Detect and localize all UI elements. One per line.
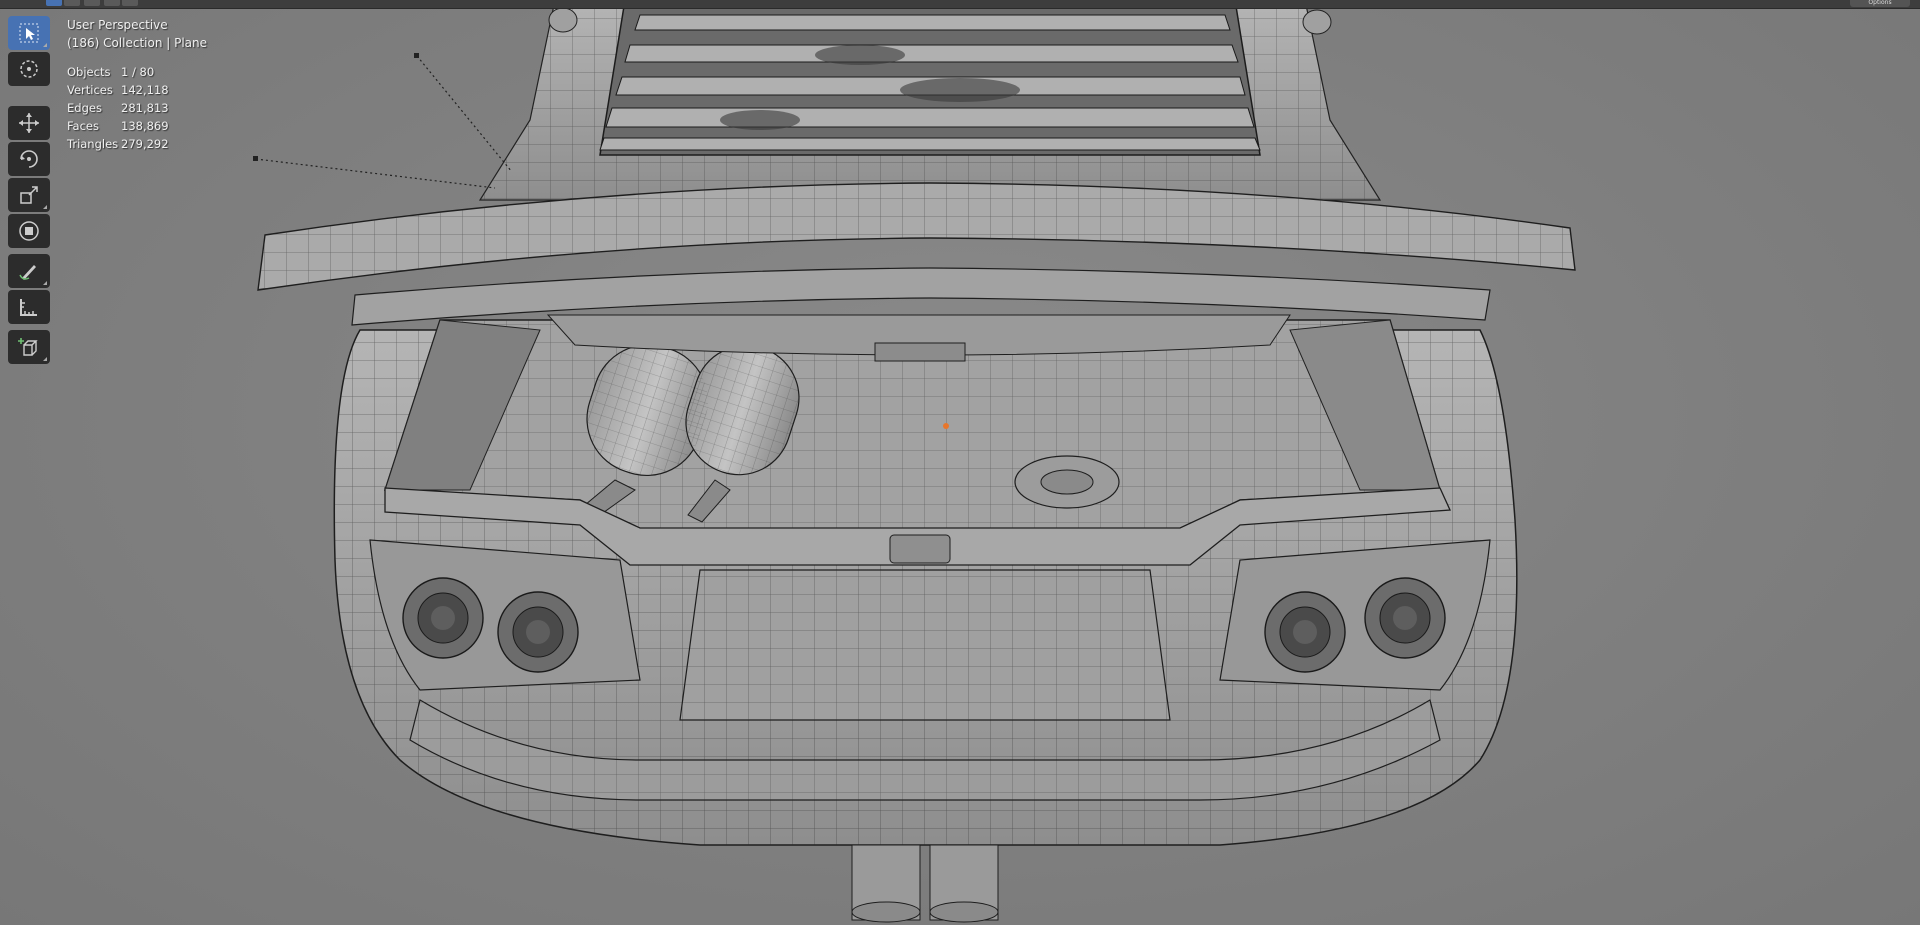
3d-cursor-icon <box>20 60 38 78</box>
stat-label: Faces <box>67 119 99 133</box>
cursor-select-icon <box>19 23 39 43</box>
stat-value: 1 / 80 <box>121 65 155 79</box>
transform-icon <box>19 221 39 241</box>
select-mode-invert-button[interactable] <box>104 0 120 6</box>
tool-move[interactable] <box>8 106 50 140</box>
stat-value: 281,813 <box>121 101 169 115</box>
stat-value: 138,869 <box>121 119 169 133</box>
stat-value: 142,118 <box>121 83 169 97</box>
3d-viewport[interactable]: Options User Perspective (186) Collectio… <box>0 0 1920 925</box>
tool-scale[interactable] <box>8 178 50 212</box>
annotate-pencil-icon <box>19 265 36 280</box>
select-mode-intersect-button[interactable] <box>122 0 138 6</box>
stat-label: Triangles <box>67 137 119 151</box>
tool-select-box[interactable] <box>8 16 50 50</box>
select-mode-extend-button[interactable] <box>64 0 80 6</box>
stat-row: Objects 1 / 80 <box>67 63 169 81</box>
tool-annotate[interactable] <box>8 254 50 288</box>
add-cube-icon <box>18 338 38 356</box>
viewport-info: User Perspective (186) Collection | Plan… <box>67 16 207 52</box>
tool-cursor[interactable] <box>8 52 50 86</box>
options-button[interactable]: Options <box>1850 0 1910 7</box>
tool-transform[interactable] <box>8 214 50 248</box>
tool-measure[interactable] <box>8 290 50 324</box>
exhaust-pipes <box>851 844 999 923</box>
move-arrows-icon <box>19 113 39 133</box>
stat-row: Triangles 279,292 <box>67 135 169 153</box>
select-mode-subtract-button[interactable] <box>84 0 100 6</box>
stat-label: Edges <box>67 101 102 115</box>
stat-row: Edges 281,813 <box>67 99 169 117</box>
scale-icon <box>20 186 38 204</box>
stat-row: Faces 138,869 <box>67 117 169 135</box>
select-mode-button[interactable] <box>46 0 62 6</box>
car-mesh-wireframe[interactable] <box>0 0 1920 925</box>
scene-statistics: Objects 1 / 80 Vertices 142,118 Edges 281,8… <box>67 63 169 153</box>
collection-label: (186) Collection | Plane <box>67 36 208 50</box>
tool-add-cube[interactable] <box>8 330 50 364</box>
perspective-label: User Perspective <box>67 18 168 32</box>
light-helper <box>255 55 513 189</box>
tool-rotate[interactable] <box>8 142 50 176</box>
stat-value: 279,292 <box>121 137 169 151</box>
stat-row: Vertices 142,118 <box>67 81 169 99</box>
rotate-icon <box>20 150 38 168</box>
engine-cover <box>478 0 1382 201</box>
header-bar: Options <box>0 0 1920 9</box>
measure-ruler-icon <box>20 299 37 316</box>
stat-label: Vertices <box>67 83 113 97</box>
stat-label: Objects <box>67 65 111 79</box>
